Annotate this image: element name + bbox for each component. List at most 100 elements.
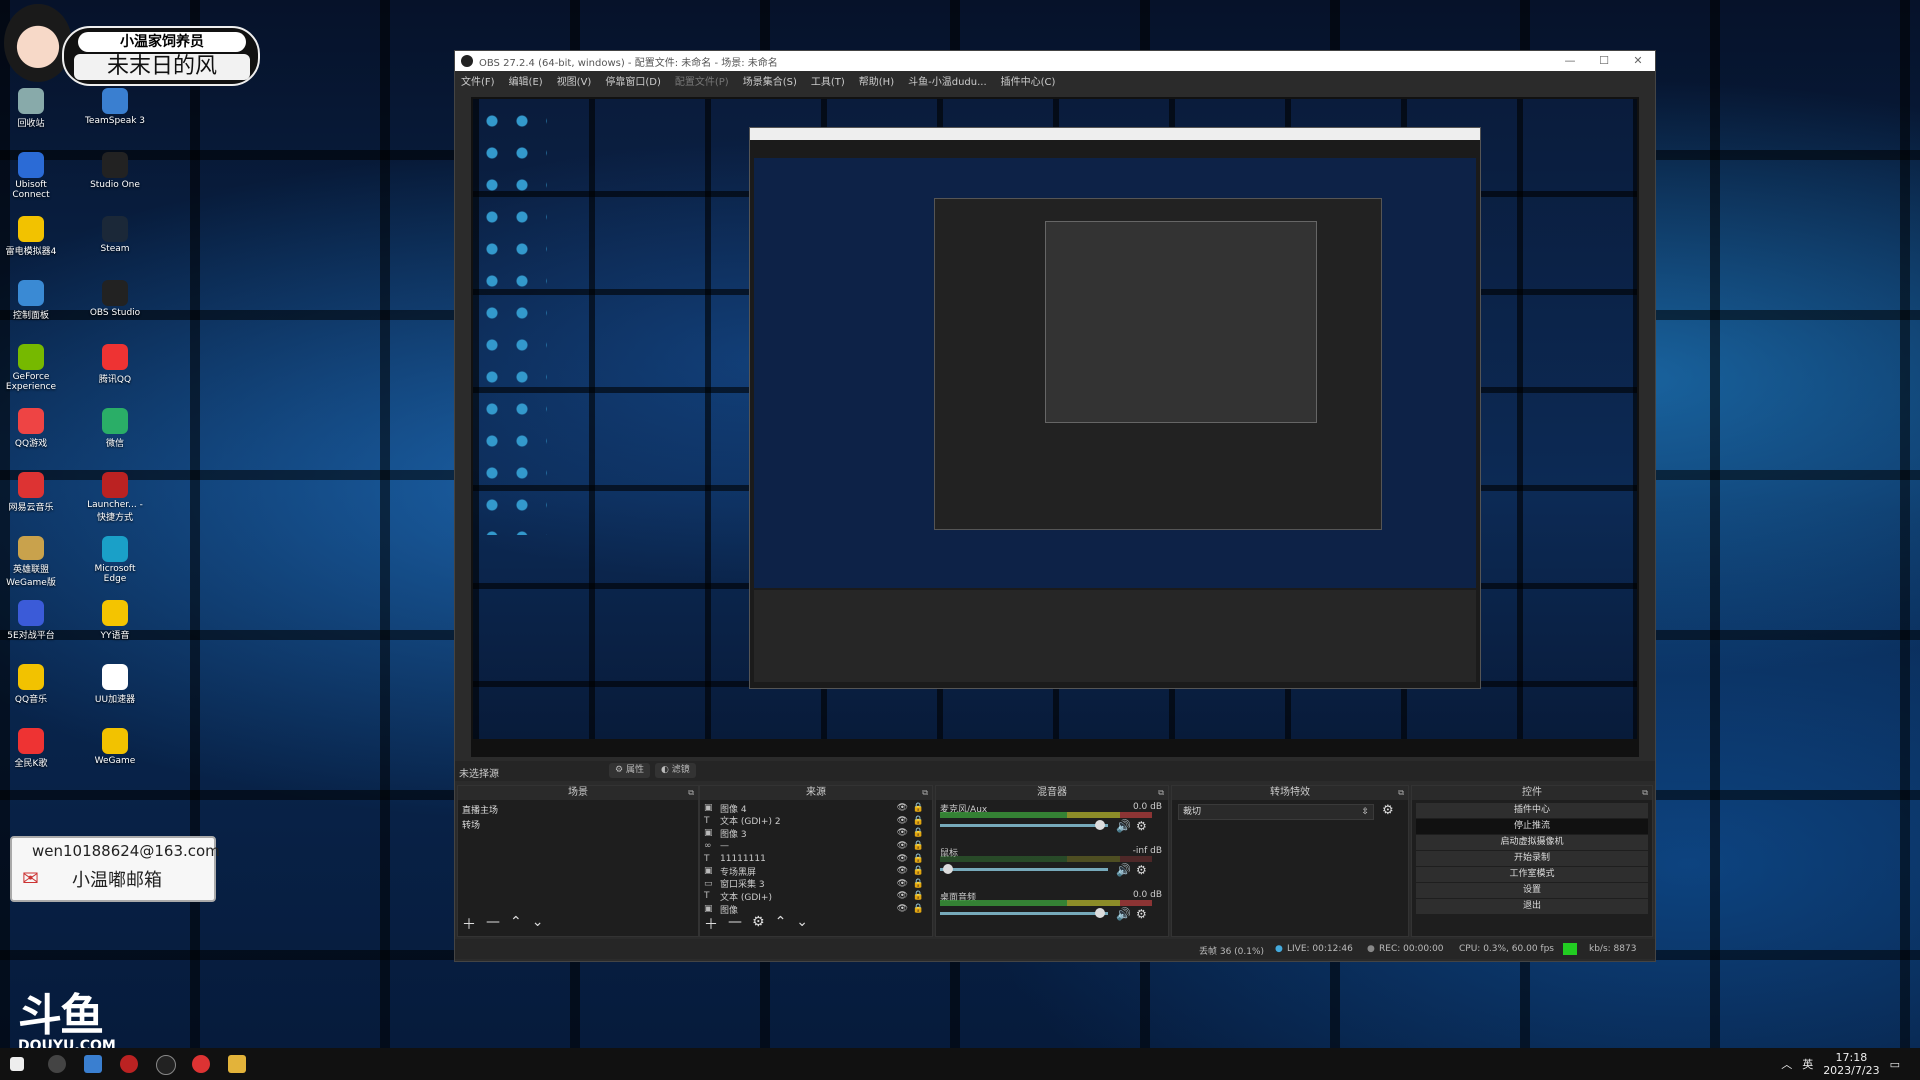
menu-item[interactable]: 视图(V) <box>557 73 592 88</box>
title-bar[interactable]: OBS 27.2.4 (64-bit, windows) - 配置文件: 未命名… <box>455 51 1655 71</box>
volume-fader[interactable] <box>940 864 1108 874</box>
taskbar-app-icon[interactable] <box>120 1055 138 1073</box>
visibility-eye-icon[interactable]: 👁 <box>897 854 908 864</box>
menu-item[interactable]: 斗鱼-小温dudu... <box>908 73 987 88</box>
preview-canvas[interactable] <box>471 97 1639 757</box>
add-source-icon[interactable]: ＋ <box>704 914 718 934</box>
remove-scene-icon[interactable]: — <box>486 914 500 934</box>
speaker-icon[interactable]: 🔊 <box>1116 863 1131 877</box>
obs-taskbar-icon[interactable] <box>156 1055 176 1075</box>
visibility-eye-icon[interactable]: 👁 <box>897 841 908 851</box>
taskbar-app-icon[interactable] <box>84 1055 102 1073</box>
search-icon[interactable] <box>48 1055 66 1073</box>
channel-gear-icon[interactable]: ⚙ <box>1136 907 1147 921</box>
desktop-icon[interactable]: OBS Studio <box>84 280 146 332</box>
chevron-up-icon[interactable]: ︿ <box>1781 1056 1792 1072</box>
control-button[interactable]: 工作室模式 <box>1416 867 1648 882</box>
dock-float-icon[interactable]: ⧉ <box>688 786 694 800</box>
dock-float-icon[interactable]: ⧉ <box>1398 786 1404 800</box>
visibility-eye-icon[interactable]: 👁 <box>897 816 908 826</box>
dock-float-icon[interactable]: ⧉ <box>1642 786 1648 800</box>
dock-float-icon[interactable]: ⧉ <box>1158 786 1164 800</box>
control-button[interactable]: 停止推流 <box>1416 819 1648 834</box>
visibility-eye-icon[interactable]: 👁 <box>897 904 908 914</box>
source-item[interactable]: ▣ 图像 4 👁 🔒 <box>700 802 932 815</box>
source-item[interactable]: T 文本 (GDI+) 2 👁 🔒 <box>700 815 932 828</box>
minimize-icon[interactable]: — <box>1553 51 1587 71</box>
move-down-icon[interactable]: ⌄ <box>532 914 544 934</box>
netease-taskbar-icon[interactable] <box>192 1055 210 1073</box>
fader-knob[interactable] <box>1094 908 1105 918</box>
source-item[interactable]: T 文本 (GDI+) 👁 🔒 <box>700 890 932 903</box>
source-item[interactable]: T 11111111 👁 🔒 <box>700 852 932 865</box>
fader-knob[interactable] <box>943 864 954 874</box>
transition-select[interactable]: 裁切 ⇳ <box>1178 804 1374 820</box>
menu-item[interactable]: 编辑(E) <box>509 73 543 88</box>
lock-icon[interactable]: 🔒 <box>913 891 924 901</box>
desktop-icon[interactable]: 5E对战平台 <box>0 600 62 652</box>
source-item[interactable]: ▭ 窗口采集 3 👁 🔒 <box>700 878 932 891</box>
fader-knob[interactable] <box>1094 820 1105 830</box>
visibility-eye-icon[interactable]: 👁 <box>897 828 908 838</box>
desktop-icon[interactable]: QQ游戏 <box>0 408 62 460</box>
lock-icon[interactable]: 🔒 <box>913 854 924 864</box>
remove-source-icon[interactable]: — <box>728 914 742 934</box>
source-item[interactable]: ▣ 图像 3 👁 🔒 <box>700 827 932 840</box>
desktop-icon[interactable]: 雷电模拟器4 <box>0 216 62 268</box>
menu-item[interactable]: 插件中心(C) <box>1001 73 1056 88</box>
desktop-icon[interactable]: 网易云音乐 <box>0 472 62 524</box>
move-up-icon[interactable]: ⌃ <box>775 914 787 934</box>
desktop-icon[interactable]: TeamSpeak 3 <box>84 88 146 140</box>
control-button[interactable]: 退出 <box>1416 899 1648 914</box>
source-item[interactable]: ∞ — 👁 🔒 <box>700 840 932 853</box>
volume-fader[interactable] <box>940 820 1108 830</box>
file-explorer-icon[interactable] <box>228 1055 246 1073</box>
lock-icon[interactable]: 🔒 <box>913 866 924 876</box>
desktop-icon[interactable]: UU加速器 <box>84 664 146 716</box>
properties-button[interactable]: ⚙ 属性 <box>609 763 650 778</box>
lock-icon[interactable]: 🔒 <box>913 841 924 851</box>
source-item[interactable]: ▣ 专场黑屏 👁 🔒 <box>700 865 932 878</box>
control-button[interactable]: 设置 <box>1416 883 1648 898</box>
lock-icon[interactable]: 🔒 <box>913 879 924 889</box>
move-down-icon[interactable]: ⌄ <box>796 914 808 934</box>
control-button[interactable]: 插件中心 <box>1416 803 1648 818</box>
menu-item[interactable]: 帮助(H) <box>859 73 894 88</box>
desktop-icon[interactable]: 腾讯QQ <box>84 344 146 396</box>
desktop-icon[interactable]: Launcher... - 快捷方式 <box>84 472 146 524</box>
speaker-icon[interactable]: 🔊 <box>1116 907 1131 921</box>
channel-gear-icon[interactable]: ⚙ <box>1136 863 1147 877</box>
transition-gear-icon[interactable]: ⚙ <box>1382 803 1394 818</box>
desktop-icon[interactable]: Steam <box>84 216 146 268</box>
desktop-icon[interactable]: 英雄联盟WeGame版 <box>0 536 62 588</box>
scene-item[interactable]: 转场 <box>458 817 698 832</box>
source-settings-icon[interactable]: ⚙ <box>752 914 765 934</box>
desktop-icon[interactable]: GeForce Experience <box>0 344 62 396</box>
desktop-icon[interactable]: 微信 <box>84 408 146 460</box>
filters-button[interactable]: ◐ 滤镜 <box>655 763 696 778</box>
notification-icon[interactable]: ▭ <box>1890 1058 1900 1071</box>
volume-fader[interactable] <box>940 908 1108 918</box>
maximize-icon[interactable]: ☐ <box>1587 51 1621 71</box>
obs-window[interactable]: OBS 27.2.4 (64-bit, windows) - 配置文件: 未命名… <box>454 50 1656 962</box>
start-icon[interactable] <box>10 1057 24 1071</box>
desktop-icon[interactable]: Studio One <box>84 152 146 204</box>
visibility-eye-icon[interactable]: 👁 <box>897 866 908 876</box>
desktop-icon[interactable]: YY语音 <box>84 600 146 652</box>
control-button[interactable]: 开始录制 <box>1416 851 1648 866</box>
add-scene-icon[interactable]: ＋ <box>462 914 476 934</box>
desktop-icon[interactable]: 控制面板 <box>0 280 62 332</box>
close-icon[interactable]: ✕ <box>1621 51 1655 71</box>
desktop-icon[interactable]: Microsoft Edge <box>84 536 146 588</box>
menu-item[interactable]: 停靠窗口(D) <box>605 73 661 88</box>
menu-item[interactable]: 文件(F) <box>461 73 495 88</box>
clock[interactable]: 17:18 2023/7/23 <box>1823 1051 1879 1077</box>
speaker-icon[interactable]: 🔊 <box>1116 819 1131 833</box>
desktop-icon[interactable]: QQ音乐 <box>0 664 62 716</box>
desktop-icon[interactable]: 全民K歌 <box>0 728 62 780</box>
visibility-eye-icon[interactable]: 👁 <box>897 879 908 889</box>
desktop-icon[interactable]: WeGame <box>84 728 146 780</box>
lock-icon[interactable]: 🔒 <box>913 904 924 914</box>
desktop-icon[interactable]: Ubisoft Connect <box>0 152 62 204</box>
menu-item[interactable]: 工具(T) <box>811 73 845 88</box>
